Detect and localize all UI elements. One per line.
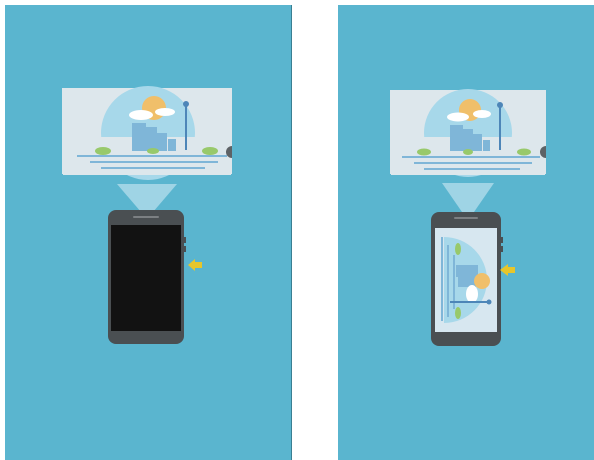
projected-image-card [390,89,546,177]
phone-speaker [454,217,478,219]
phone-screen-off [111,225,181,331]
phone [108,210,186,344]
arrow-left-icon [500,264,515,276]
projection-beam [442,183,494,212]
phone-speaker [133,216,159,218]
arrow-left-icon [188,259,202,271]
left-panel [5,5,292,460]
projected-image-card [62,86,232,180]
phone [431,212,503,346]
right-illustration [390,89,546,346]
projection-beam [117,184,177,212]
left-illustration [62,86,232,344]
sun-icon [474,273,490,289]
tower-icon [450,301,488,303]
cloud-icon [466,285,478,303]
right-panel [338,5,594,460]
